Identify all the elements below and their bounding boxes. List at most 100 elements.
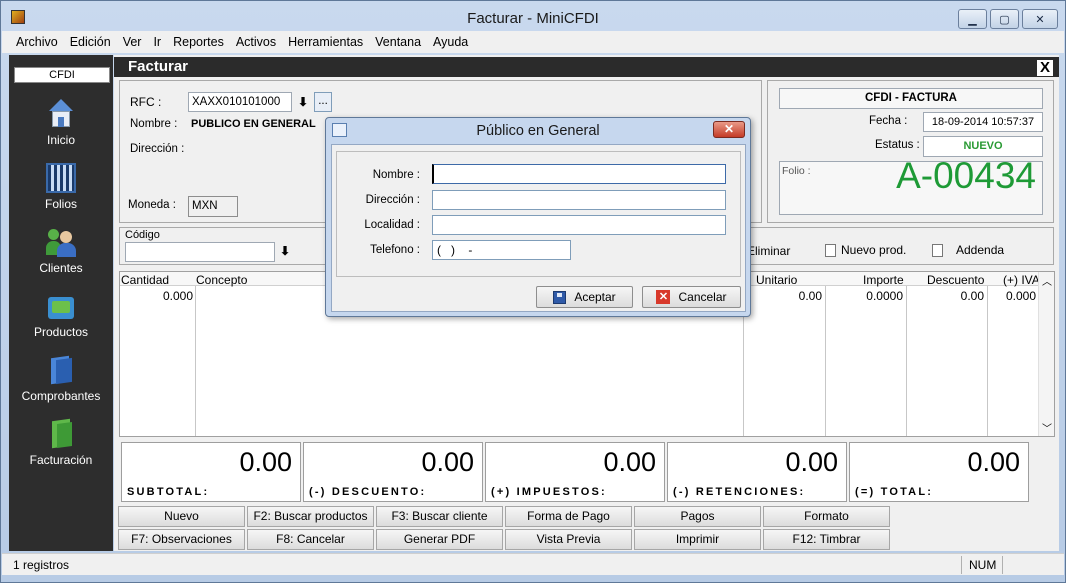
- qr-code-icon: [46, 163, 76, 193]
- aceptar-button[interactable]: Aceptar: [536, 286, 633, 308]
- forma-de-pago-button[interactable]: Forma de Pago: [505, 506, 632, 527]
- addenda-button[interactable]: Addenda: [932, 243, 1004, 257]
- observaciones-button[interactable]: F7: Observaciones: [118, 529, 245, 550]
- column-unitario[interactable]: Unitario: [756, 273, 797, 287]
- documents-icon: [46, 355, 76, 385]
- document-icon: [932, 243, 943, 257]
- codigo-input[interactable]: [125, 242, 275, 262]
- sidebar-item-facturacion[interactable]: Facturación: [9, 418, 113, 467]
- total-label: (=) TOTAL:: [855, 486, 934, 498]
- timbrar-button[interactable]: F12: Timbrar: [763, 529, 890, 550]
- cell-importe[interactable]: 0.0000: [826, 289, 903, 303]
- download-icon[interactable]: ⬇: [280, 244, 290, 258]
- generar-pdf-button[interactable]: Generar PDF: [376, 529, 503, 550]
- menu-ver[interactable]: Ver: [117, 35, 148, 49]
- moneda-label: Moneda :: [128, 199, 176, 211]
- invoice-icon: [46, 418, 76, 449]
- num-lock-indicator: NUM: [969, 558, 997, 572]
- cell-cantidad[interactable]: 0.000: [120, 289, 193, 303]
- sidebar-item-clientes[interactable]: Clientes: [9, 227, 113, 275]
- vista-previa-button[interactable]: Vista Previa: [505, 529, 632, 550]
- cell-unitario[interactable]: 0.00: [744, 289, 822, 303]
- column-cantidad[interactable]: Cantidad: [121, 273, 169, 287]
- cancelar-factura-button[interactable]: F8: Cancelar: [247, 529, 374, 550]
- nuevo-prod-label: Nuevo prod.: [841, 243, 907, 257]
- column-concepto[interactable]: Concepto: [196, 273, 247, 287]
- status-bar: 1 registros NUM: [2, 553, 1064, 575]
- sidebar-item-folios[interactable]: Folios: [9, 163, 113, 211]
- dialog-localidad-input[interactable]: [432, 215, 726, 235]
- maximize-button[interactable]: ▢: [990, 9, 1019, 29]
- form-title: Facturar: [128, 58, 189, 75]
- pagos-button[interactable]: Pagos: [634, 506, 761, 527]
- fecha-field: 18-09-2014 10:57:37: [923, 112, 1043, 132]
- sidebar-item-label: Inicio: [46, 133, 75, 147]
- close-button[interactable]: ✕: [1022, 9, 1058, 29]
- total-retenciones: 0.00 (-) RETENCIONES:: [667, 442, 847, 502]
- download-icon[interactable]: ⬇: [298, 95, 308, 109]
- menu-reportes[interactable]: Reportes: [167, 35, 230, 49]
- publico-en-general-dialog: Público en General ✕ Nombre : Dirección …: [325, 117, 751, 317]
- column-descuento[interactable]: Descuento: [927, 273, 984, 287]
- menu-archivo[interactable]: Archivo: [10, 35, 64, 49]
- menu-herramientas[interactable]: Herramientas: [282, 35, 369, 49]
- column-iva[interactable]: (+) IVA: [1003, 273, 1040, 287]
- menu-edicion[interactable]: Edición: [64, 35, 117, 49]
- maximize-icon: ▢: [999, 13, 1010, 26]
- total-value: 0.00: [967, 447, 1020, 477]
- eliminar-label: Eliminar: [747, 244, 791, 258]
- estatus-field: NUEVO: [923, 136, 1043, 157]
- buscar-cliente-button[interactable]: F3: Buscar cliente: [376, 506, 503, 527]
- formato-button[interactable]: Formato: [763, 506, 890, 527]
- dialog-title: Público en General: [476, 123, 600, 139]
- imprimir-button[interactable]: Imprimir: [634, 529, 761, 550]
- title-bar[interactable]: Facturar - MiniCFDI ▁ ▢ ✕: [1, 1, 1065, 31]
- eliminar-button[interactable]: Eliminar: [747, 244, 790, 258]
- dialog-direccion-input[interactable]: [432, 190, 726, 210]
- chevron-up-icon[interactable]: ︿: [1042, 273, 1052, 288]
- form-title-bar[interactable]: Facturar X: [114, 57, 1059, 77]
- cell-iva[interactable]: 0.000: [988, 289, 1036, 303]
- moneda-field[interactable]: MXN: [188, 196, 238, 217]
- document-icon: [825, 243, 836, 257]
- home-icon: [46, 99, 76, 129]
- form-close-button[interactable]: X: [1037, 60, 1053, 76]
- rfc-browse-button[interactable]: ...: [314, 92, 332, 112]
- cancelar-button[interactable]: ✕ Cancelar: [642, 286, 741, 308]
- rfc-field[interactable]: XAXX010101000: [188, 92, 292, 112]
- retenciones-value: 0.00: [785, 447, 838, 477]
- column-importe[interactable]: Importe: [863, 273, 904, 287]
- cancel-icon: ✕: [656, 290, 671, 304]
- nuevo-button[interactable]: Nuevo: [118, 506, 245, 527]
- dialog-nombre-input[interactable]: [432, 164, 726, 184]
- buscar-productos-button[interactable]: F2: Buscar productos: [247, 506, 374, 527]
- column-divider: [987, 286, 988, 436]
- cfdi-type: CFDI - FACTURA: [779, 88, 1043, 109]
- dialog-close-button[interactable]: ✕: [713, 121, 745, 138]
- save-icon: [553, 290, 567, 304]
- sidebar-item-label: Clientes: [39, 261, 83, 275]
- minimize-button[interactable]: ▁: [958, 9, 987, 29]
- sidebar-item-label: Facturación: [29, 453, 93, 467]
- total-impuestos: 0.00 (+) IMPUESTOS:: [485, 442, 665, 502]
- menu-ventana[interactable]: Ventana: [369, 35, 427, 49]
- chevron-down-icon[interactable]: ﹀: [1042, 420, 1052, 435]
- column-divider: [825, 286, 826, 436]
- cell-descuento[interactable]: 0.00: [907, 289, 984, 303]
- addenda-label: Addenda: [956, 243, 1005, 257]
- dialog-telefono-input[interactable]: ( ) -: [432, 240, 571, 260]
- nuevo-prod-button[interactable]: Nuevo prod.: [825, 243, 906, 257]
- estatus-label: Estatus :: [875, 139, 920, 151]
- sidebar-item-comprobantes[interactable]: Comprobantes: [9, 355, 113, 403]
- nombre-label: Nombre :: [130, 118, 178, 130]
- menu-ir[interactable]: Ir: [147, 35, 167, 49]
- menu-activos[interactable]: Activos: [230, 35, 282, 49]
- folio-label: Folio :: [782, 165, 811, 177]
- sidebar-item-productos[interactable]: Productos: [9, 291, 113, 339]
- users-icon: [46, 227, 76, 257]
- sidebar-item-inicio[interactable]: Inicio: [9, 99, 113, 147]
- sidebar-header[interactable]: CFDI: [14, 67, 110, 83]
- grid-scrollbar[interactable]: ︿ ﹀: [1038, 272, 1054, 436]
- column-divider: [906, 286, 907, 436]
- menu-ayuda[interactable]: Ayuda: [427, 35, 474, 49]
